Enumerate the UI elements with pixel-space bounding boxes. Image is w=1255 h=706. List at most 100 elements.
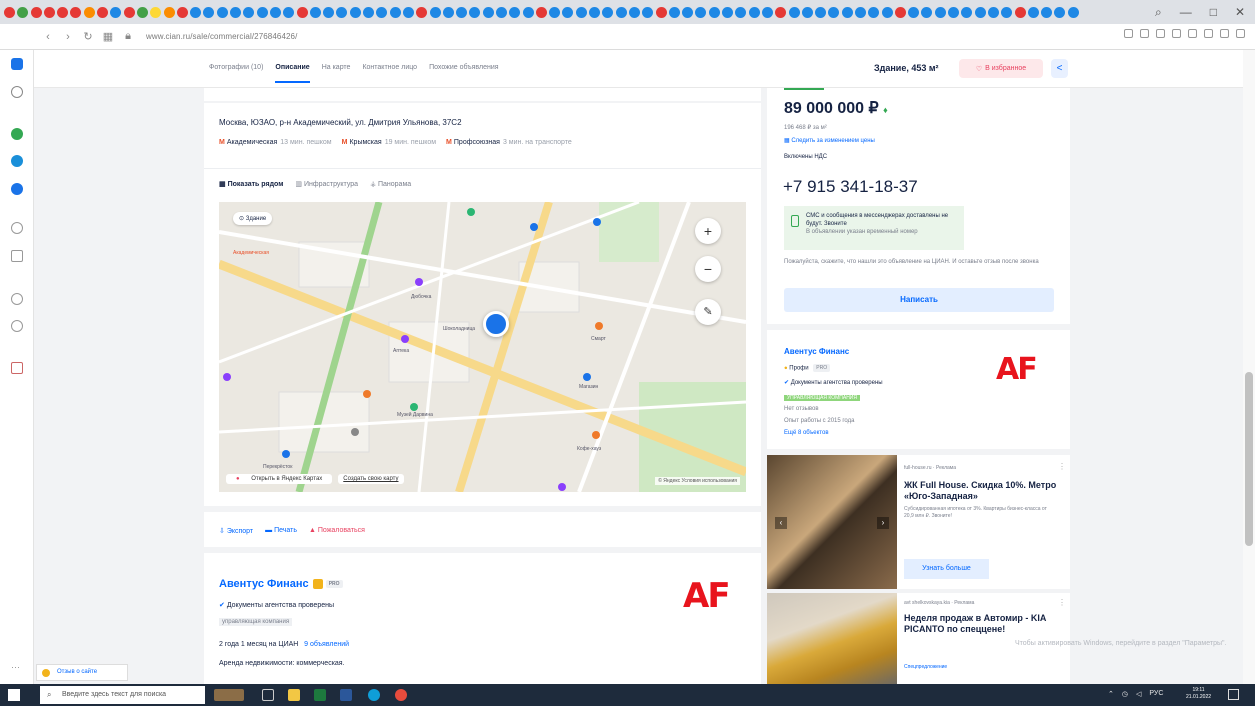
next-arrow-icon[interactable]: › xyxy=(877,517,889,529)
complain-link[interactable]: ▲ Пожаловаться xyxy=(309,527,365,535)
tab-favicon-icon[interactable] xyxy=(136,6,148,18)
tab-favicon-icon[interactable] xyxy=(30,6,42,18)
tab-favicon-icon[interactable] xyxy=(230,6,242,18)
tab-favicon-icon[interactable] xyxy=(575,6,587,18)
subscribe-price-link[interactable]: ▦ Следить за изменением цены xyxy=(784,137,875,144)
yandex-browser-icon[interactable] xyxy=(395,689,407,701)
tab-favicon-icon[interactable] xyxy=(549,6,561,18)
more-icon[interactable]: ⋯ xyxy=(11,662,20,673)
tab-favicon-icon[interactable] xyxy=(216,6,228,18)
building-filter-chip[interactable]: ⊙ Здание xyxy=(233,212,273,225)
tab-favicon-icon[interactable] xyxy=(841,6,853,18)
tab-favicon-icon[interactable] xyxy=(190,6,202,18)
write-button[interactable]: Написать xyxy=(784,288,1054,312)
browser-tab-strip[interactable] xyxy=(0,0,1255,24)
tab-photos[interactable]: Фотографии (10) xyxy=(209,64,263,83)
tab-favicon-icon[interactable] xyxy=(376,6,388,18)
notes-icon[interactable] xyxy=(11,293,23,305)
agency-name[interactable]: Авентус Финанс PRO xyxy=(219,578,343,590)
tab-favicon-icon[interactable] xyxy=(589,6,601,18)
tab-favicon-icon[interactable] xyxy=(176,6,188,18)
tab-favicon-icon[interactable] xyxy=(522,6,534,18)
more-objects-link[interactable]: Ещё 8 объектов xyxy=(784,430,829,436)
tab-favicon-icon[interactable] xyxy=(855,6,866,18)
forward-icon[interactable]: › xyxy=(58,31,78,43)
extension-icons[interactable] xyxy=(1124,29,1245,38)
settings-icon[interactable] xyxy=(11,320,23,332)
favorite-button[interactable]: ♡ В избранное xyxy=(959,59,1043,78)
share-button[interactable]: < xyxy=(1051,59,1068,78)
tab-favicon-icon[interactable] xyxy=(735,6,747,18)
tab-favicon-icon[interactable] xyxy=(389,6,401,18)
tab-favicon-icon[interactable] xyxy=(562,6,574,18)
tab-favicon-icon[interactable] xyxy=(203,6,215,18)
notifications-icon[interactable] xyxy=(1228,689,1239,700)
tab-favicon-icon[interactable] xyxy=(83,6,95,18)
tab-favicon-icon[interactable] xyxy=(57,6,69,18)
tab-favicon-icon[interactable] xyxy=(269,6,281,18)
zoom-in-button[interactable]: + xyxy=(695,218,721,244)
tab-favicon-icon[interactable] xyxy=(402,6,414,18)
clock[interactable]: 19:11 21.01.2022 xyxy=(1186,687,1211,701)
minimize-button[interactable]: — xyxy=(1180,5,1192,19)
maximize-button[interactable]: □ xyxy=(1210,5,1217,19)
tab-favicon-icon[interactable] xyxy=(363,6,375,18)
windows-start-icon[interactable] xyxy=(8,689,20,701)
prev-arrow-icon[interactable]: ‹ xyxy=(775,517,787,529)
map-tab-nearby[interactable]: ▦ Показать рядом xyxy=(219,180,283,188)
tab-favicon-icon[interactable] xyxy=(416,6,428,18)
map[interactable]: ⊙ Здание Академическая Дюбочка Аптека Ма… xyxy=(219,202,746,492)
ad-button[interactable]: Узнать больше xyxy=(904,559,989,579)
tab-favicon-icon[interactable] xyxy=(1027,6,1039,18)
search-tabs-icon[interactable]: ⌕ xyxy=(1155,5,1162,20)
tab-favicon-icon[interactable] xyxy=(1054,6,1066,18)
ad-photo[interactable] xyxy=(767,593,897,684)
scrollbar-thumb[interactable] xyxy=(1245,372,1253,546)
tab-favicon-icon[interactable] xyxy=(97,6,109,18)
vk-icon[interactable] xyxy=(11,183,23,195)
tab-favicon-icon[interactable] xyxy=(4,6,15,18)
ad-menu-icon[interactable]: ⋮ xyxy=(1058,462,1066,471)
tab-favicon-icon[interactable] xyxy=(602,6,614,18)
tab-favicon-icon[interactable] xyxy=(908,6,920,18)
ad-menu-icon[interactable]: ⋮ xyxy=(1058,598,1066,607)
url-field[interactable]: www.cian.ru/sale/commercial/276846426/ xyxy=(146,32,297,41)
tab-favicon-icon[interactable] xyxy=(881,6,893,18)
tab-favicon-icon[interactable] xyxy=(256,6,268,18)
tab-favicon-icon[interactable] xyxy=(655,6,667,18)
tab-similar[interactable]: Похожие объявления xyxy=(429,64,498,83)
listings-link[interactable]: 9 объявлений xyxy=(304,641,349,648)
tab-favicon-icon[interactable] xyxy=(442,6,454,18)
close-button[interactable]: ✕ xyxy=(1235,5,1245,19)
map-tab-infrastructure[interactable]: ▥ Инфраструктура xyxy=(295,180,358,188)
tab-favicon-icon[interactable] xyxy=(1014,6,1026,18)
ad-title[interactable]: ЖК Full House. Скидка 10%. Метро «Юго-За… xyxy=(904,480,1064,502)
tab-favicon-icon[interactable] xyxy=(775,6,787,18)
tab-favicon-icon[interactable] xyxy=(309,6,321,18)
clock-icon[interactable] xyxy=(11,222,23,234)
tab-favicon-icon[interactable] xyxy=(748,6,760,18)
tab-favicon-icon[interactable] xyxy=(828,6,840,18)
tab-favicon-icon[interactable] xyxy=(974,6,986,18)
tab-favicon-icon[interactable] xyxy=(668,6,680,18)
file-explorer-icon[interactable] xyxy=(288,689,300,701)
tab-favicon-icon[interactable] xyxy=(642,6,654,18)
tab-favicon-icon[interactable] xyxy=(243,6,255,18)
tab-favicon-icon[interactable] xyxy=(43,6,55,18)
excel-icon[interactable] xyxy=(314,689,326,701)
tab-favicon-icon[interactable] xyxy=(296,6,308,18)
tab-favicon-icon[interactable] xyxy=(110,6,122,18)
telegram-icon[interactable] xyxy=(11,155,23,167)
tab-favicon-icon[interactable] xyxy=(429,6,441,18)
phone-number[interactable]: +7 915 341-18-37 xyxy=(783,177,918,197)
edge-icon[interactable] xyxy=(368,689,380,701)
tab-favicon-icon[interactable] xyxy=(1001,6,1013,18)
open-in-yandex-link[interactable]: ● Открыть в Яндекс Картах xyxy=(226,474,333,484)
tab-favicon-icon[interactable] xyxy=(921,6,933,18)
tab-favicon-icon[interactable] xyxy=(456,6,468,18)
tab-favicon-icon[interactable] xyxy=(150,6,162,18)
agent-name[interactable]: Авентус Финанс xyxy=(784,347,849,356)
ad-text[interactable]: Спецпредложение xyxy=(904,664,1054,671)
ad-title[interactable]: Неделя продаж в Автомир - KIA PICANTO по… xyxy=(904,613,1064,635)
tab-favicon-icon[interactable] xyxy=(722,6,734,18)
